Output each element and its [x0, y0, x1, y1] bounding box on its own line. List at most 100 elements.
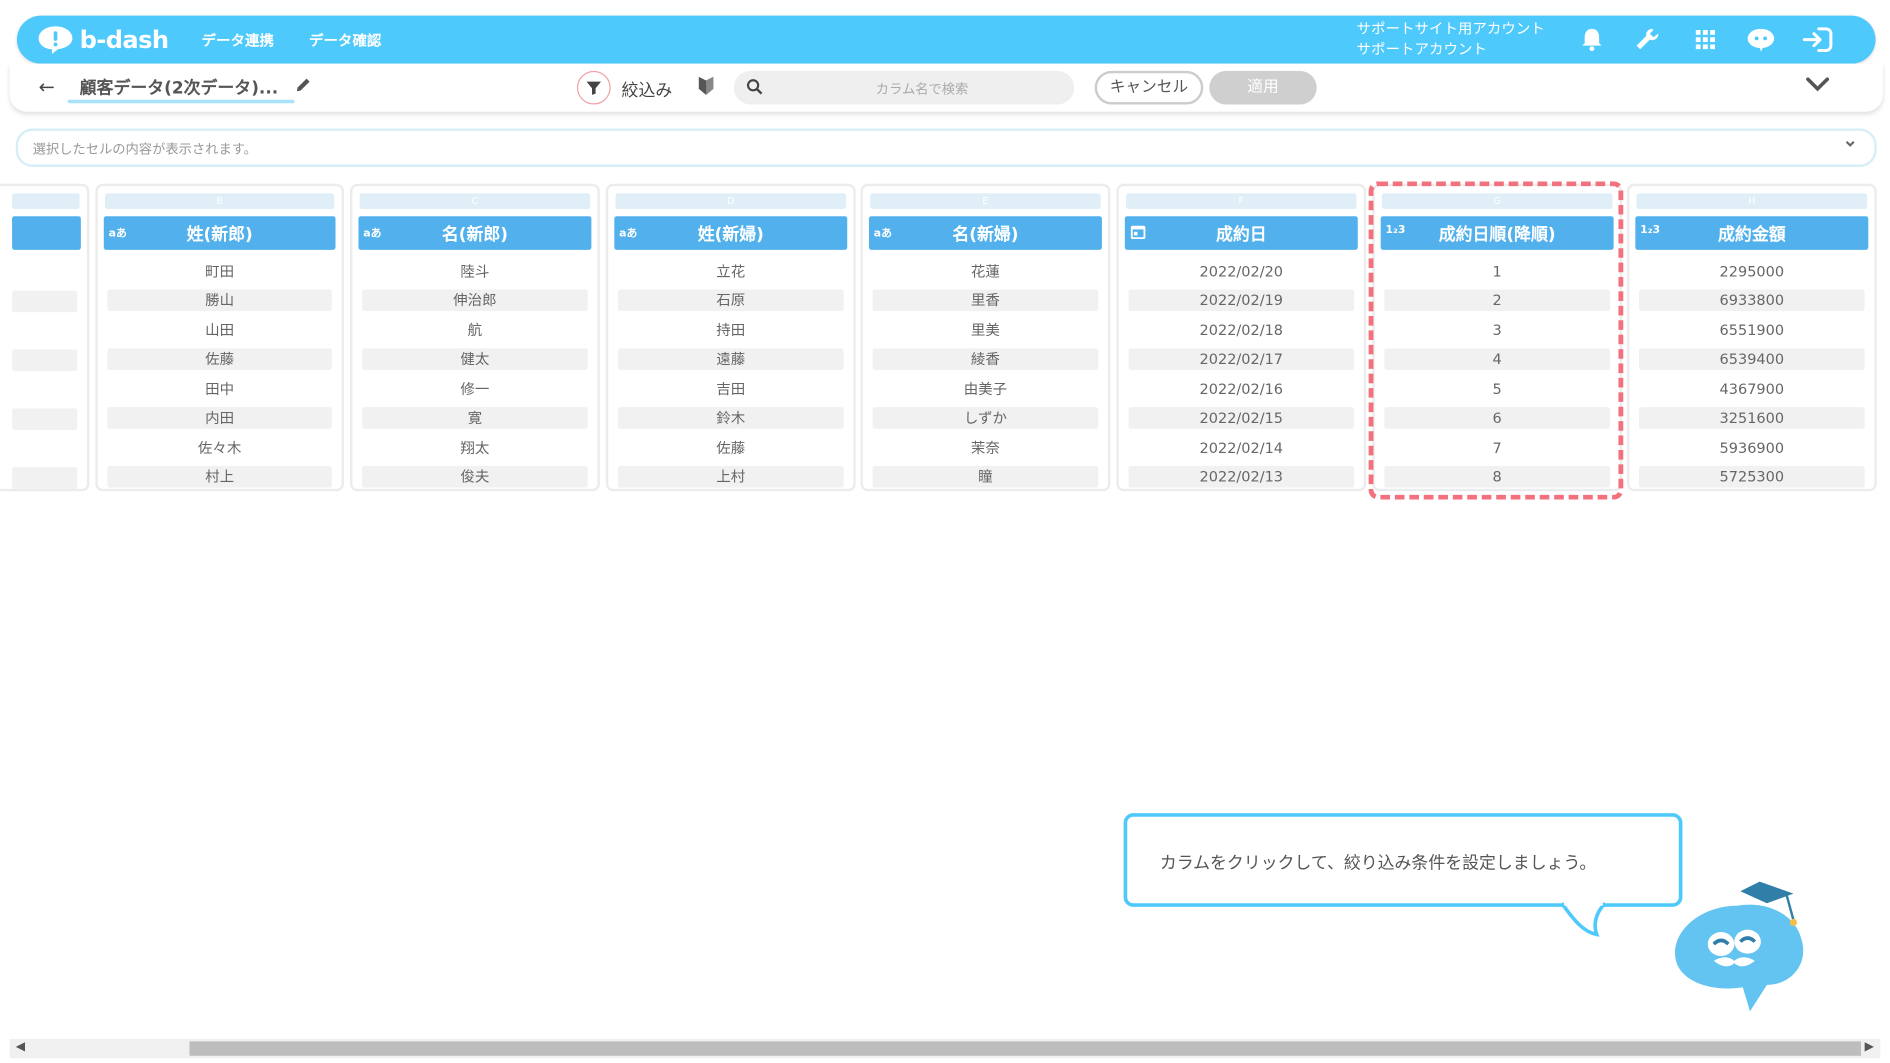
table-cell[interactable]: 2022/02/16 [1128, 378, 1354, 400]
table-cell[interactable]: 2022/02/19 [1128, 289, 1355, 312]
table-cell[interactable]: 陸斗 [362, 261, 588, 283]
cell-content-display[interactable]: 選択したセルの内容が表示されます。 [15, 128, 1877, 167]
table-cell[interactable]: 航 [362, 319, 588, 341]
column-c[interactable]: C aあ 名(新郎) 陸斗 伸治郎 航 健太 修一 寛 翔太 俊夫 [350, 183, 600, 492]
column-header[interactable]: aあ 姓(新郎) [103, 216, 336, 250]
table-cell[interactable]: 山田 [107, 319, 331, 341]
table-cell[interactable]: 上村 [617, 466, 844, 488]
column-d[interactable]: D aあ 姓(新婦) 立花 石原 持田 遠藤 吉田 鈴木 佐藤 上村 [605, 183, 856, 492]
table-cell[interactable]: 6539400 [1638, 348, 1865, 370]
breadcrumb-underline [67, 99, 295, 104]
beginner-mark-icon[interactable] [698, 74, 715, 96]
table-cell[interactable]: 里美 [873, 319, 1099, 341]
table-cell[interactable]: 立花 [618, 261, 844, 283]
table-cell[interactable]: 3251600 [1638, 407, 1865, 429]
table-cell[interactable]: 勝山 [107, 289, 332, 312]
table-cell[interactable]: 翔太 [362, 437, 588, 459]
column-b[interactable]: B aあ 姓(新郎) 町田 勝山 山田 佐藤 田中 内田 佐々木 村上 [95, 183, 344, 492]
bell-icon[interactable] [1576, 24, 1607, 55]
logo[interactable]: b-dash [36, 23, 169, 57]
grid-menu-icon[interactable] [1690, 24, 1721, 55]
table-cell[interactable]: 佐藤 [618, 437, 844, 459]
table-cell[interactable]: 遠藤 [617, 348, 844, 370]
nav-data-check[interactable]: データ確認 [309, 30, 381, 50]
column-f[interactable]: F 成約日 2022/02/20 2022/02/19 2022/02/18 2… [1116, 183, 1367, 492]
table-cell[interactable]: 石原 [617, 289, 844, 312]
scroll-right-arrow-icon[interactable]: ▶ [1865, 1040, 1874, 1053]
table-cell[interactable]: 寛 [362, 407, 588, 429]
table-cell[interactable]: 俊夫 [362, 466, 588, 488]
table-cell[interactable]: 茉奈 [873, 437, 1099, 459]
expand-chevron-icon[interactable] [1843, 137, 1857, 151]
column-e[interactable]: E aあ 名(新婦) 花蓮 里香 里美 綾香 由美子 しずか 茉奈 瞳 [860, 183, 1111, 492]
table-cell[interactable]: 町田 [107, 261, 331, 283]
table-cell[interactable]: 伸治郎 [362, 289, 588, 312]
column-header[interactable]: 成約日 [1124, 216, 1358, 250]
column-header[interactable]: aあ 姓(新婦) [614, 216, 848, 250]
table-cell[interactable]: 鈴木 [617, 407, 844, 429]
table-cell[interactable]: 里香 [872, 289, 1099, 312]
top-bar: b-dash データ連携 データ確認 サポートサイト用アカウント サポートアカウ… [16, 15, 1876, 64]
table-cell[interactable]: 6551900 [1639, 319, 1865, 341]
table-cell[interactable] [12, 290, 78, 313]
table-cell[interactable]: 佐々木 [107, 437, 331, 459]
table-cell[interactable]: 2022/02/15 [1128, 407, 1355, 429]
table-cell[interactable]: 佐藤 [107, 348, 332, 370]
table-cell[interactable]: 内田 [107, 407, 332, 429]
filter-icon[interactable] [576, 70, 611, 105]
cancel-button[interactable]: キャンセル [1094, 70, 1204, 105]
table-cell[interactable]: 村上 [107, 466, 332, 488]
back-arrow-icon[interactable]: ← [39, 76, 55, 99]
column-header[interactable]: aあ 名(新郎) [358, 216, 592, 250]
chevron-down-icon[interactable] [1806, 76, 1830, 93]
table-cell[interactable]: 6933800 [1638, 289, 1865, 312]
column-header-label: 姓(新婦) [697, 225, 764, 246]
column-header-label: 成約金額 [1718, 225, 1786, 246]
horizontal-scrollbar-thumb[interactable] [189, 1041, 1862, 1056]
account-info[interactable]: サポートサイト用アカウント サポートアカウント [1357, 19, 1545, 60]
table-cell[interactable]: 花蓮 [873, 261, 1099, 283]
pencil-icon[interactable] [294, 77, 311, 94]
table-cell[interactable]: 田中 [107, 378, 331, 400]
table-cell[interactable] [12, 467, 78, 489]
table-cell[interactable]: 2295000 [1639, 261, 1865, 283]
table-cell[interactable]: 持田 [618, 319, 844, 341]
table-cell[interactable]: しずか [872, 407, 1099, 429]
table-cell[interactable]: 吉田 [618, 378, 844, 400]
column-letter: B [105, 193, 335, 209]
logo-bubble-icon [38, 26, 73, 55]
search-input[interactable]: カラム名で検索 [733, 70, 1075, 105]
wrench-icon[interactable] [1632, 24, 1663, 55]
table-cell[interactable]: 2022/02/14 [1128, 437, 1354, 459]
mascot-help-icon[interactable] [1745, 24, 1776, 55]
table-cell[interactable]: 由美子 [873, 378, 1099, 400]
table-cell[interactable]: 5936900 [1639, 437, 1865, 459]
filter-label[interactable]: 絞込み [622, 78, 673, 102]
table-cell[interactable]: 2022/02/18 [1128, 319, 1354, 341]
table-cell[interactable] [12, 349, 78, 372]
table-cell[interactable] [12, 408, 78, 430]
table-cell[interactable]: 5725300 [1638, 466, 1865, 488]
column-a-partial[interactable] [0, 183, 90, 492]
column-h[interactable]: H 1₂3 成約金額 2295000 6933800 6551900 653940… [1626, 183, 1877, 492]
table-cell[interactable]: 修一 [362, 378, 588, 400]
nav-data-integration[interactable]: データ連携 [202, 30, 274, 50]
table-cell[interactable]: 2022/02/20 [1128, 261, 1354, 283]
guide-tooltip: カラムをクリックして、絞り込み条件を設定しましょう。 [1123, 813, 1683, 907]
table-cell[interactable]: 健太 [362, 348, 588, 370]
table-cell[interactable]: 2022/02/13 [1128, 466, 1355, 488]
account-line1: サポートサイト用アカウント [1356, 20, 1545, 38]
logout-icon[interactable] [1802, 24, 1833, 55]
table-cell[interactable]: 4367900 [1639, 378, 1865, 400]
apply-button[interactable]: 適用 [1209, 70, 1317, 105]
column-letter: D [615, 193, 847, 209]
column-header[interactable]: aあ 名(新婦) [868, 216, 1102, 250]
table-cell[interactable]: 2022/02/17 [1128, 348, 1355, 370]
column-letter: F [1126, 193, 1357, 209]
column-header[interactable] [12, 216, 81, 250]
table-cell[interactable]: 綾香 [872, 348, 1099, 370]
breadcrumb[interactable]: 顧客データ(2次データ)... [80, 76, 279, 100]
table-cell[interactable]: 瞳 [872, 466, 1099, 488]
column-header[interactable]: 1₂3 成約金額 [1635, 216, 1869, 250]
scroll-left-arrow-icon[interactable]: ◀ [16, 1040, 25, 1053]
